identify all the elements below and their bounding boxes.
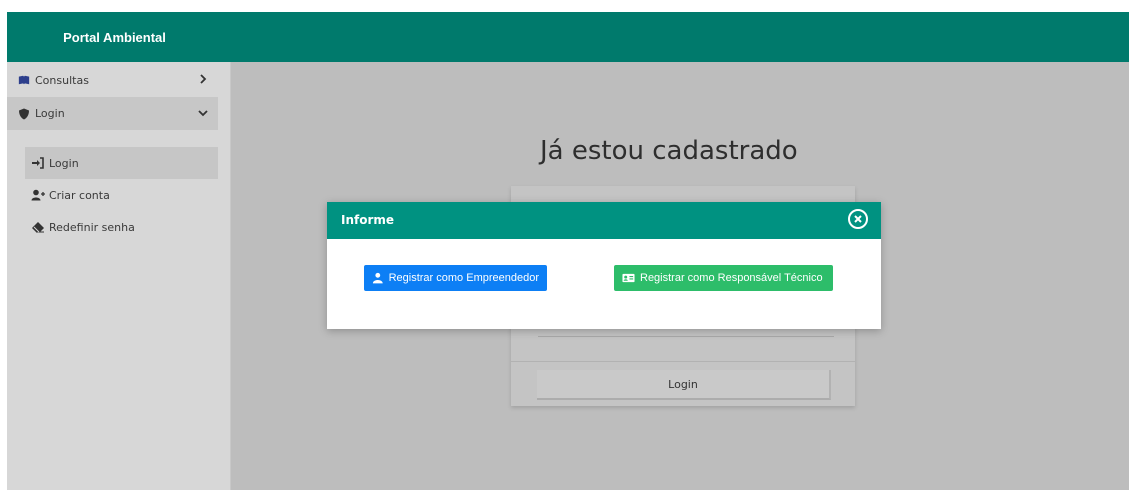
- sidebar-subitem-label: Redefinir senha: [49, 220, 135, 234]
- modal-title: Informe: [341, 213, 395, 227]
- shield-icon: [19, 108, 29, 119]
- book-icon: [18, 75, 30, 85]
- sidebar-item-login[interactable]: Login: [7, 97, 218, 130]
- button-label: Registrar como Responsável Técnico: [640, 272, 823, 284]
- register-entrepreneur-button[interactable]: Registrar como Empreendedor: [364, 265, 547, 291]
- modal-header: Informe: [327, 202, 881, 239]
- sidebar-item-label: Login: [35, 107, 65, 120]
- user-icon: [372, 272, 383, 284]
- close-x-glyph: [854, 215, 862, 223]
- sidebar-item-consultas[interactable]: Consultas: [7, 65, 218, 95]
- app-title[interactable]: Portal Ambiental: [7, 12, 222, 62]
- card-divider: [511, 361, 855, 362]
- chevron-right-icon: [200, 74, 207, 84]
- close-icon[interactable]: [848, 209, 868, 229]
- sidebar-subitem-label: Criar conta: [49, 188, 110, 202]
- sidebar: Consultas Login Login Criar conta Redefi…: [7, 62, 231, 490]
- chevron-down-icon: [198, 110, 208, 117]
- eraser-icon: [32, 222, 44, 233]
- sidebar-item-label: Consultas: [35, 73, 89, 87]
- sidebar-subitem-login[interactable]: Login: [25, 147, 218, 179]
- sidebar-subitem-redefinir-senha[interactable]: Redefinir senha: [25, 211, 218, 243]
- sign-in-icon: [32, 157, 44, 169]
- input-underline: [538, 336, 834, 337]
- page-title: Já estou cadastrado: [540, 136, 798, 166]
- user-plus-icon: [31, 189, 45, 201]
- sidebar-subitem-criar-conta[interactable]: Criar conta: [25, 179, 218, 211]
- sidebar-subitem-label: Login: [49, 156, 79, 170]
- register-technical-responsible-button[interactable]: Registrar como Responsável Técnico: [614, 265, 833, 291]
- info-modal: Informe Registrar como Empreendedor Regi…: [327, 202, 881, 329]
- login-button[interactable]: Login: [537, 370, 831, 400]
- id-card-icon: [622, 273, 635, 283]
- button-label: Registrar como Empreendedor: [388, 272, 539, 284]
- top-navbar: Portal Ambiental: [7, 12, 1129, 62]
